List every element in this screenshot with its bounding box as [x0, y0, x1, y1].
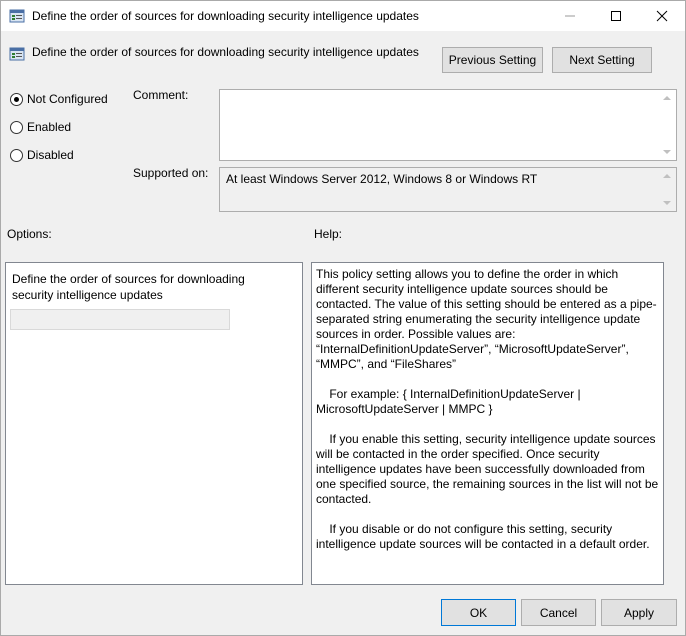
options-label: Options:	[7, 227, 52, 241]
sources-order-input[interactable]	[10, 309, 230, 330]
help-label: Help:	[314, 227, 343, 241]
comment-scrollbar[interactable]	[659, 90, 676, 160]
help-paragraph: This policy setting allows you to define…	[316, 267, 657, 371]
radio-enabled[interactable]: Enabled	[10, 120, 71, 134]
radio-disabled[interactable]: Disabled	[10, 148, 74, 162]
comment-label: Comment:	[133, 88, 189, 102]
next-setting-button[interactable]: Next Setting	[552, 47, 652, 73]
previous-setting-button[interactable]: Previous Setting	[442, 47, 543, 73]
radio-label: Not Configured	[27, 92, 108, 106]
maximize-icon	[611, 11, 621, 21]
scroll-up-icon[interactable]	[663, 96, 671, 100]
options-panel: Define the order of sources for download…	[5, 262, 303, 585]
scroll-down-icon[interactable]	[663, 201, 671, 205]
close-button[interactable]	[639, 1, 685, 31]
radio-indicator[interactable]	[10, 120, 23, 134]
supported-on-value: At least Windows Server 2012, Windows 8 …	[226, 172, 538, 186]
apply-button[interactable]: Apply	[601, 599, 677, 626]
cancel-button[interactable]: Cancel	[521, 599, 596, 626]
help-paragraph: For example: { InternalDefinitionUpdateS…	[316, 387, 584, 416]
help-paragraph: If you disable or do not configure this …	[316, 522, 650, 551]
help-text: This policy setting allows you to define…	[316, 267, 661, 552]
help-panel: This policy setting allows you to define…	[311, 262, 664, 585]
radio-label: Disabled	[27, 148, 74, 162]
ok-button[interactable]: OK	[441, 599, 516, 626]
radio-indicator[interactable]	[10, 148, 23, 162]
setting-title: Define the order of sources for download…	[32, 45, 419, 59]
maximize-button[interactable]	[593, 1, 639, 31]
policy-setting-icon	[9, 47, 25, 61]
comment-field[interactable]	[219, 89, 677, 161]
policy-setting-icon	[9, 9, 25, 23]
radio-not-configured[interactable]: Not Configured	[10, 92, 108, 106]
title-bar[interactable]: Define the order of sources for download…	[1, 1, 685, 31]
supported-scrollbar[interactable]	[659, 168, 676, 211]
scroll-down-icon[interactable]	[663, 150, 671, 154]
minimize-icon	[565, 15, 575, 17]
supported-on-label: Supported on:	[133, 166, 209, 180]
minimize-button[interactable]	[547, 1, 593, 31]
close-icon	[656, 10, 668, 22]
options-description: Define the order of sources for download…	[12, 272, 245, 302]
radio-label: Enabled	[27, 120, 72, 134]
scroll-up-icon[interactable]	[663, 174, 671, 178]
supported-on-field: At least Windows Server 2012, Windows 8 …	[219, 167, 677, 212]
policy-dialog: Define the order of sources for download…	[0, 0, 686, 636]
radio-indicator[interactable]	[10, 92, 23, 106]
help-paragraph: If you enable this setting, security int…	[316, 432, 662, 506]
window-title: Define the order of sources for download…	[32, 9, 419, 23]
